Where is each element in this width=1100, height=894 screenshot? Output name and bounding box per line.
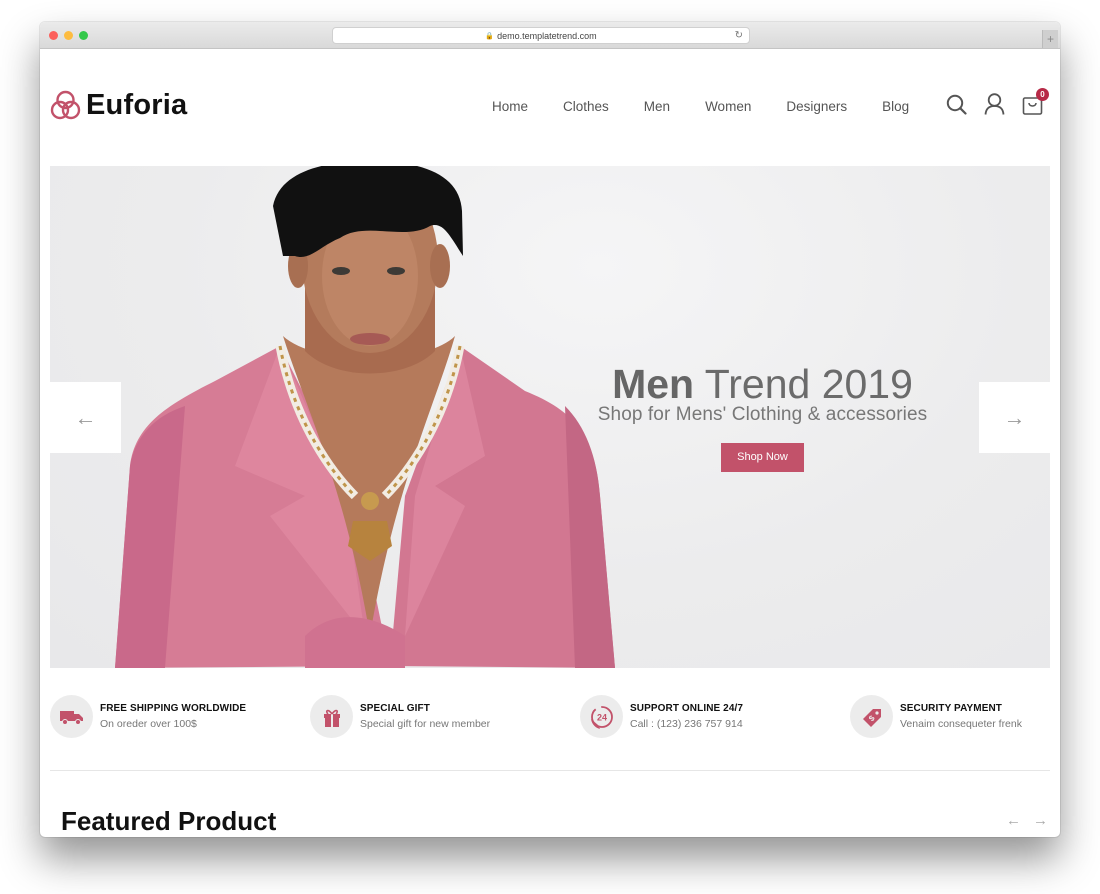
lock-icon: 🔒 <box>485 32 495 40</box>
support-24-icon: 24 <box>580 695 623 738</box>
feature-item: FREE SHIPPING WORLDWIDE On oreder over 1… <box>50 695 246 738</box>
price-tag-icon: $ <box>850 695 893 738</box>
site-header: Euforia Home Clothes Men Women Designers… <box>40 49 1060 166</box>
url-text: demo.templatetrend.com <box>497 30 597 41</box>
featured-carousel-controls: ← → <box>1006 812 1048 829</box>
feature-title: SUPPORT ONLINE 24/7 <box>630 703 744 714</box>
close-window-button[interactable] <box>49 31 58 40</box>
feature-item: SPECIAL GIFT Special gift for new member <box>310 695 490 738</box>
cart-count-badge: 0 <box>1036 88 1049 101</box>
feature-item: 24 SUPPORT ONLINE 24/7 Call : (123) 236 … <box>580 695 743 738</box>
delivery-truck-icon <box>50 695 93 738</box>
search-icon[interactable] <box>946 94 967 115</box>
feature-subtitle: On oreder over 100$ <box>100 718 197 730</box>
browser-toolbar: 🔒 demo.templatetrend.com ↻ + <box>40 22 1060 49</box>
hero-title-rest: Trend 2019 <box>694 361 913 407</box>
shop-now-button[interactable]: Shop Now <box>721 443 804 472</box>
arrow-right-icon: → <box>1003 404 1026 430</box>
hero-subtitle: Shop for Mens' Clothing & accessories <box>597 404 928 425</box>
brand-name: Euforia <box>86 89 188 121</box>
feature-item: $ SECURITY PAYMENT Venaim consequeter fr… <box>850 695 1022 738</box>
three-rings-logo-icon <box>50 90 81 120</box>
cart-button[interactable]: 0 <box>1022 88 1049 115</box>
featured-next-arrow-icon[interactable]: → <box>1033 812 1048 829</box>
feature-title: SPECIAL GIFT <box>360 703 430 714</box>
svg-text:24: 24 <box>596 712 606 722</box>
nav-men[interactable]: Men <box>644 99 670 114</box>
featured-prev-arrow-icon[interactable]: ← <box>1006 812 1021 829</box>
hero-title-bold: Men <box>612 361 695 407</box>
hero-slider: ← → Men Trend 2019 Shop for Mens' Clothi… <box>50 166 1050 668</box>
hero-model-image <box>115 166 615 668</box>
nav-home[interactable]: Home <box>492 99 528 114</box>
header-icons: 0 <box>946 88 1060 115</box>
features-bar: FREE SHIPPING WORLDWIDE On oreder over 1… <box>50 695 1050 740</box>
feature-subtitle: Venaim consequeter frenk <box>900 718 1022 730</box>
nav-clothes[interactable]: Clothes <box>563 99 609 114</box>
arrow-left-icon: ← <box>74 404 97 430</box>
minimize-window-button[interactable] <box>64 31 73 40</box>
window-controls <box>49 31 88 40</box>
maximize-window-button[interactable] <box>79 31 88 40</box>
nav-women[interactable]: Women <box>705 99 751 114</box>
main-nav: Home Clothes Men Women Designers Blog <box>492 99 909 114</box>
section-divider <box>50 770 1050 771</box>
nav-designers[interactable]: Designers <box>786 99 847 114</box>
reload-icon[interactable]: ↻ <box>735 30 743 41</box>
slider-next-button[interactable]: → <box>979 382 1050 453</box>
browser-window: 🔒 demo.templatetrend.com ↻ + Euforia Hom… <box>40 22 1060 837</box>
feature-subtitle: Call : (123) 236 757 914 <box>630 718 743 730</box>
hero-caption: Men Trend 2019 Shop for Mens' Clothing &… <box>590 362 935 472</box>
gift-icon <box>310 695 353 738</box>
user-icon[interactable] <box>984 93 1005 115</box>
slider-prev-button[interactable]: ← <box>50 382 121 453</box>
featured-product-heading: Featured Product <box>61 806 277 836</box>
address-bar[interactable]: 🔒 demo.templatetrend.com ↻ <box>332 27 750 44</box>
new-tab-button[interactable]: + <box>1042 30 1058 48</box>
hero-title: Men Trend 2019 <box>590 362 935 406</box>
feature-title: SECURITY PAYMENT <box>900 703 1002 714</box>
logo[interactable]: Euforia <box>50 89 187 122</box>
feature-subtitle: Special gift for new member <box>360 718 491 730</box>
nav-blog[interactable]: Blog <box>882 99 909 114</box>
feature-title: FREE SHIPPING WORLDWIDE <box>100 703 247 714</box>
